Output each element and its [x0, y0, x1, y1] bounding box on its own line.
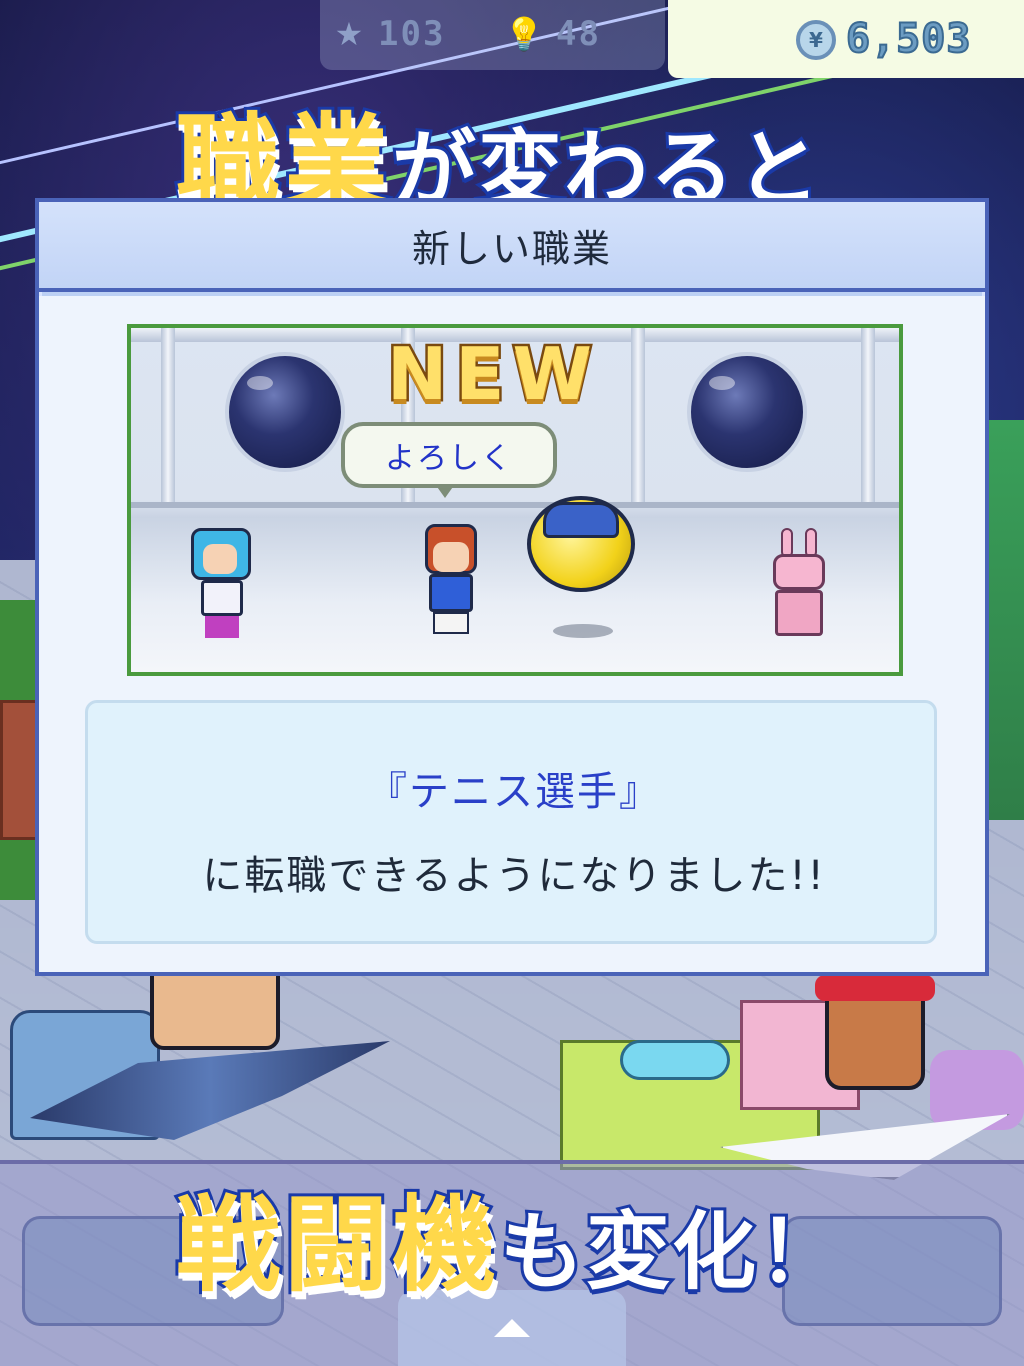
girl-ribbon: [815, 975, 935, 1001]
tennis-ball-jet: [527, 496, 639, 596]
porthole-window: [687, 352, 807, 472]
headline-rest: も変化！: [497, 1200, 845, 1304]
new-job-dialog: 新しい職業 NEW よろしく 『テニス選手』 に転職できるようになりました!!: [35, 198, 989, 976]
blue-hair-character: [183, 528, 263, 640]
building-left: [0, 700, 40, 840]
dialog-title: 新しい職業: [411, 226, 612, 271]
headline-keyword: 戦闘機: [173, 1181, 501, 1309]
stat-value: 48: [556, 14, 601, 54]
money-value: 6,503: [845, 15, 972, 63]
jet-shadow: [553, 624, 613, 638]
dialog-header: 新しい職業: [39, 202, 985, 292]
character-scene: NEW よろしく: [127, 324, 903, 676]
top-hud: ★ 103 💡 48 ¥ 6,503: [0, 0, 1024, 80]
scene-pillar: [161, 328, 175, 504]
new-badge: NEW: [385, 330, 600, 419]
message-box: 『テニス選手』 に転職できるようになりました!!: [85, 700, 937, 944]
job-name: 『テニス選手』: [367, 769, 661, 815]
grass-right: [985, 420, 1024, 820]
porthole-window: [225, 352, 345, 472]
scene-pillar: [631, 328, 645, 504]
tennis-player-character: [419, 524, 483, 638]
speech-bubble: よろしく: [341, 422, 557, 498]
scene-floorline: [131, 502, 899, 508]
coin-icon: ¥: [796, 20, 836, 60]
job-change-message: に転職できるようになりました!!: [202, 853, 826, 899]
arrow-up-icon: [494, 1319, 530, 1337]
headline-bottom: 戦闘機も変化！: [173, 1160, 845, 1311]
pink-rabbit-character: [767, 528, 831, 640]
stat-value: 103: [378, 14, 446, 54]
capsule-cylinder: [620, 1040, 730, 1080]
speech-text: よろしく: [385, 441, 513, 476]
resource-panel: [320, 0, 665, 70]
scene-pillar: [861, 328, 875, 504]
lightbulb-icon: 💡: [504, 15, 544, 53]
star-icon: ★: [334, 15, 364, 53]
